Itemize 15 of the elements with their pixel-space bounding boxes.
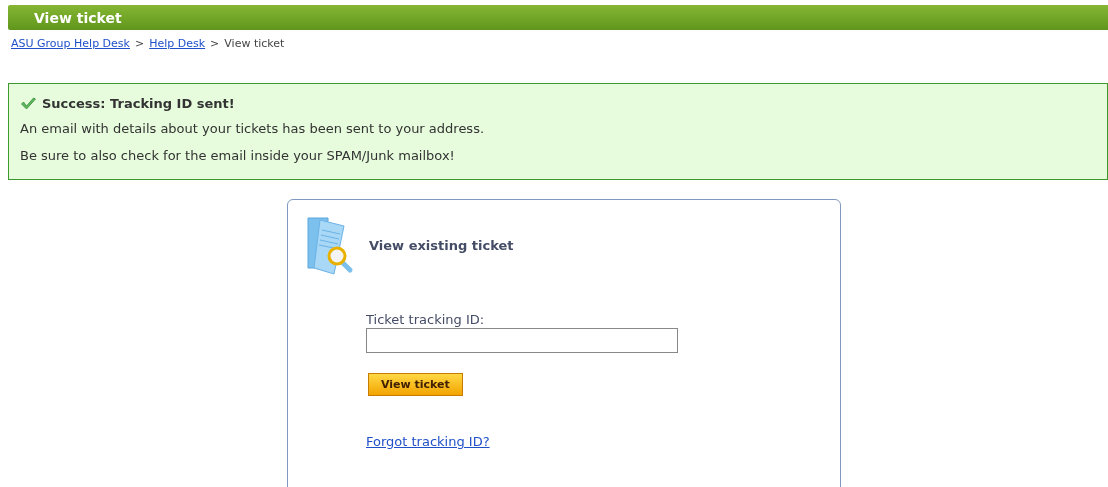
breadcrumb-link[interactable]: ASU Group Help Desk bbox=[11, 37, 130, 50]
page-title: View ticket bbox=[34, 9, 122, 26]
breadcrumb-separator: > bbox=[210, 37, 220, 50]
tracking-id-field[interactable] bbox=[366, 328, 678, 353]
breadcrumb-current: View ticket bbox=[224, 37, 285, 50]
forgot-id-link[interactable]: Forgot tracking ID? bbox=[366, 434, 490, 449]
notice-text: An email with details about your tickets has been sent to your address. bbox=[20, 121, 486, 136]
card-title: View existing ticket bbox=[369, 237, 514, 253]
field-label: Ticket tracking ID: bbox=[366, 312, 485, 327]
checkmark-icon bbox=[20, 96, 37, 111]
breadcrumb-link[interactable]: Help Desk bbox=[149, 37, 206, 50]
breadcrumb-separator: > bbox=[134, 37, 145, 50]
notice-title: Success: Tracking ID sent! bbox=[42, 96, 235, 111]
view-ticket-button[interactable]: View ticket bbox=[368, 373, 463, 396]
notice-text: Be sure to also check for the email inside your SPAM/Junk mailbox! bbox=[20, 148, 456, 163]
